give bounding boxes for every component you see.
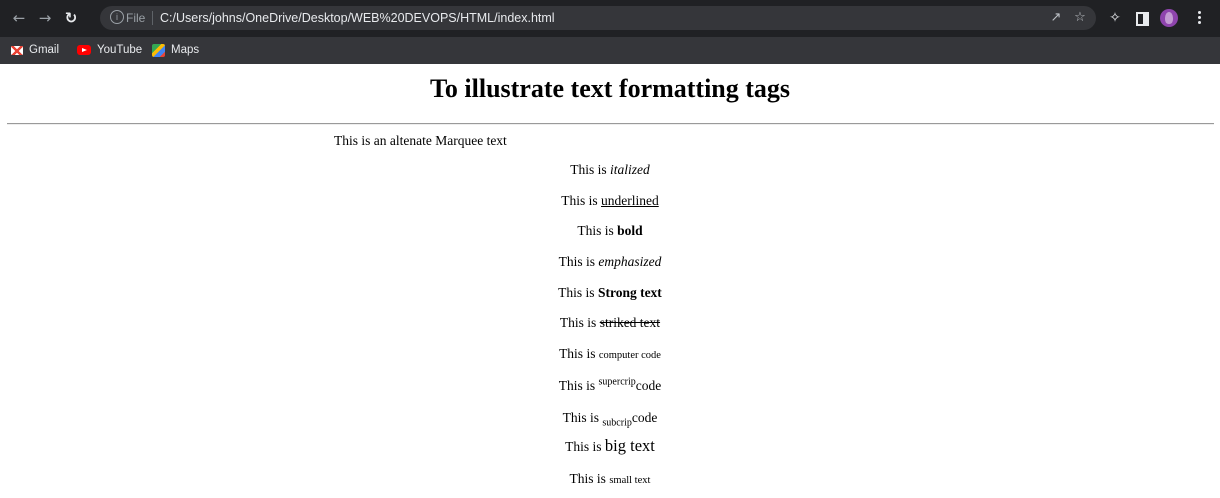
horizontal-rule: [7, 123, 1214, 125]
line-prefix: This is: [559, 315, 600, 330]
subscript-line: This is subcripcode: [0, 409, 1220, 429]
code-line: This is computer code: [0, 345, 1220, 365]
line-prefix: This is: [558, 254, 599, 269]
youtube-icon: [77, 45, 91, 55]
strong-text: Strong text: [597, 285, 662, 300]
italic-line: This is italized: [0, 161, 1220, 179]
url-scheme-label: File: [126, 11, 146, 25]
bold-text: bold: [617, 223, 643, 238]
line-prefix: This is: [559, 346, 599, 361]
bookmark-star-icon[interactable]: ☆: [1072, 10, 1088, 26]
side-panel-icon[interactable]: [1136, 12, 1149, 26]
line-prefix: This is: [569, 471, 610, 486]
reload-icon[interactable]: ↻: [62, 9, 80, 27]
bookmark-label: YouTube: [97, 44, 143, 56]
bold-line: This is bold: [0, 222, 1220, 240]
subscript-text: subcrip: [602, 417, 632, 429]
page-heading: To illustrate text formatting tags: [429, 74, 791, 103]
emphasized-line: This is emphasized: [0, 253, 1220, 271]
maps-icon: [152, 43, 165, 57]
browser-toolbar: ← → ↻ i File C:/Users/johns/OneDrive/Des…: [0, 0, 1220, 37]
bookmark-maps[interactable]: Maps: [152, 42, 199, 58]
line-prefix: This is: [562, 410, 603, 425]
url-text[interactable]: C:/Users/johns/OneDrive/Desktop/WEB%20DE…: [160, 10, 555, 26]
strike-line: This is striked text: [0, 314, 1220, 332]
small-line: This is small text: [0, 470, 1220, 490]
address-bar[interactable]: i File C:/Users/johns/OneDrive/Desktop/W…: [100, 6, 1096, 30]
share-icon[interactable]: ↗: [1048, 10, 1064, 26]
bookmark-label: Maps: [171, 44, 200, 56]
page-content: To illustrate text formatting tags This …: [0, 64, 1220, 498]
line-prefix: This is: [561, 193, 602, 208]
emphasized-text: emphasized: [598, 254, 662, 269]
bookmark-youtube[interactable]: YouTube: [77, 42, 142, 58]
line-prefix: This is: [577, 223, 618, 238]
strong-line: This is Strong text: [0, 284, 1220, 302]
underlined-text: underlined: [601, 193, 659, 208]
line-prefix: This is: [570, 162, 610, 177]
bookmarks-bar: Gmail YouTube Maps: [0, 37, 1220, 64]
underline-line: This is underlined: [0, 192, 1220, 210]
gmail-icon: [11, 45, 23, 55]
url-separator: [152, 11, 153, 25]
big-text: big text: [604, 436, 655, 455]
info-icon[interactable]: i: [110, 10, 124, 24]
forward-icon[interactable]: →: [36, 9, 54, 27]
superscript-line: This is supercripcode: [0, 377, 1220, 395]
striked-text: striked text: [599, 315, 661, 330]
big-line: This is big text: [0, 437, 1220, 456]
back-icon[interactable]: ←: [10, 9, 28, 27]
bookmark-label: Gmail: [29, 44, 60, 56]
marquee-text: This is an altenate Marquee text: [334, 133, 507, 148]
superscript-text: supercrip: [598, 376, 636, 388]
italic-text: italized: [610, 162, 650, 177]
bookmark-gmail[interactable]: Gmail: [11, 42, 59, 58]
line-prefix: This is: [565, 439, 605, 454]
line-prefix: This is: [558, 378, 599, 393]
line-suffix: code: [635, 378, 662, 393]
line-suffix: code: [631, 410, 658, 425]
menu-icon[interactable]: [1196, 9, 1202, 27]
line-prefix: This is: [558, 285, 598, 300]
small-text: small text: [609, 475, 651, 486]
code-text: computer code: [598, 350, 661, 361]
profile-avatar[interactable]: [1160, 9, 1178, 27]
extensions-icon[interactable]: ✧: [1106, 9, 1124, 27]
